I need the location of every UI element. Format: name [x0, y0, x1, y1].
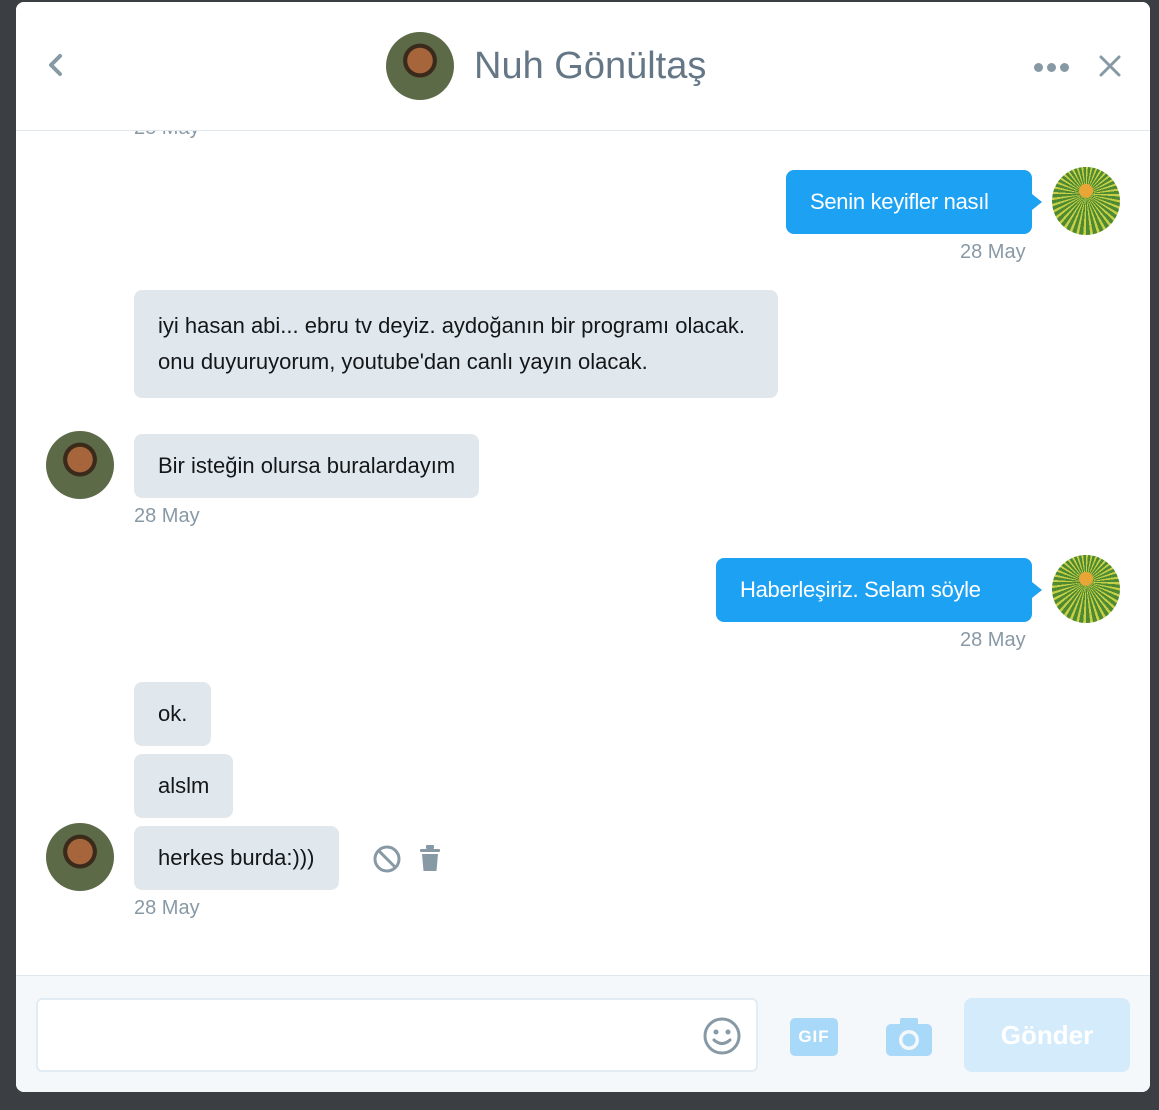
more-options-button[interactable] — [1034, 60, 1072, 74]
contact-avatar — [46, 431, 114, 499]
message-date: 28 May — [134, 505, 200, 527]
camera-button[interactable] — [884, 1016, 934, 1058]
delete-message-button[interactable] — [418, 843, 442, 878]
incoming-message-bubble[interactable]: herkes burda:))) — [134, 826, 339, 890]
gif-button[interactable]: GIF — [790, 1018, 838, 1056]
send-button[interactable]: Gönder — [964, 998, 1130, 1072]
incoming-message-bubble[interactable]: iyi hasan abi... ebru tv deyiz. aydoğanı… — [134, 290, 778, 398]
conversation-title: Nuh Gönültaş — [474, 44, 707, 87]
incoming-message-bubble[interactable]: Bir isteğin olursa buralardayım — [134, 434, 480, 498]
own-avatar — [1052, 167, 1120, 235]
message-input[interactable] — [36, 998, 758, 1072]
dm-conversation-modal: Nuh Gönültaş 28 May Senin keyifler nasıl… — [16, 2, 1150, 1092]
conversation-header: Nuh Gönültaş — [16, 2, 1150, 131]
incoming-message-bubble[interactable]: ok. — [134, 682, 212, 746]
message-date: 28 May — [134, 897, 200, 919]
incoming-message-bubble[interactable]: alslm — [134, 754, 234, 818]
contact-avatar — [46, 823, 114, 891]
message-date: 28 May — [960, 241, 1026, 263]
more-dots-icon — [1034, 62, 1043, 72]
back-button[interactable] — [42, 48, 72, 82]
message-thread[interactable]: 28 May Senin keyifler nasıl 28 May iyi h… — [16, 131, 1150, 975]
close-button[interactable] — [1098, 54, 1122, 78]
close-icon — [1099, 55, 1121, 77]
own-avatar — [1052, 555, 1120, 623]
emoji-icon — [703, 1017, 741, 1055]
block-icon — [373, 845, 401, 873]
message-date: 28 May — [960, 629, 1026, 651]
contact-avatar — [386, 32, 454, 100]
message-date: 28 May — [134, 131, 200, 140]
trash-icon — [420, 845, 440, 871]
outgoing-message-bubble[interactable]: Haberleşiriz. Selam söyle — [716, 558, 1042, 622]
outgoing-message-bubble[interactable]: Senin keyifler nasıl — [786, 170, 1042, 234]
chevron-left-icon — [49, 54, 62, 76]
camera-icon — [886, 1018, 932, 1056]
block-message-button[interactable] — [372, 844, 402, 879]
conversation-title-group[interactable]: Nuh Gönültaş — [386, 30, 706, 102]
emoji-button[interactable] — [702, 1016, 742, 1056]
message-composer: GIF Gönder — [16, 975, 1150, 1092]
